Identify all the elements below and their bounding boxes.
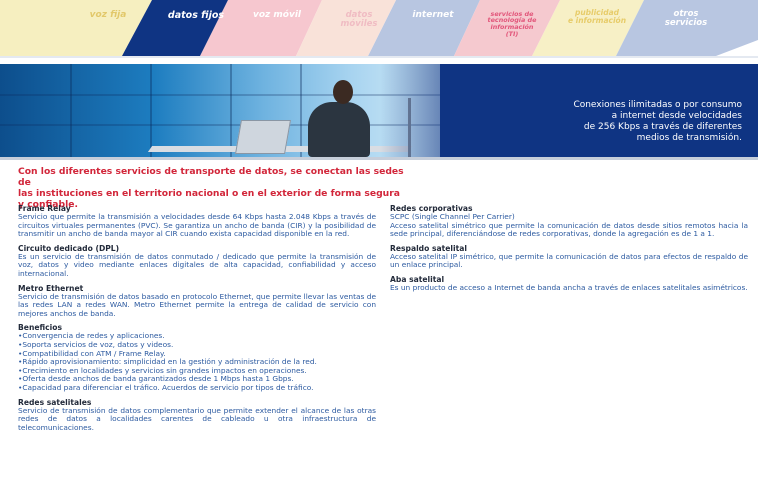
section-text: Acceso satelital IP simétrico, que permi… <box>390 251 748 270</box>
tab-servicios-ti-label: servicios de tecnología de información (TI) <box>487 9 537 38</box>
section-text: Es un producto de acceso a Internet de b… <box>390 282 748 292</box>
left-column: Frame Relay Servicio que permite la tran… <box>18 204 376 437</box>
section-text: Servicio que permite la transmisión a ve… <box>18 212 376 239</box>
hero-banner: Conexiones ilimitadas o por consumo a in… <box>0 64 758 157</box>
tab-servicios-ti[interactable]: servicios de tecnología de información (TI) <box>476 2 548 46</box>
section-redes-corporativas: Redes corporativas SCPC (Single Channel … <box>390 204 748 239</box>
person-head <box>333 80 353 104</box>
section-beneficios: Beneficios •Convergencia de redes y apli… <box>18 323 376 392</box>
section-text: Es un servicio de transmisión de datos c… <box>18 251 376 278</box>
tab-publicidad-label: publicidad e información <box>567 8 627 25</box>
section-respaldo-satelital: Respaldo satelital Acceso satelital IP s… <box>390 244 748 270</box>
list-item: •Capacidad para diferenciar el tráfico. … <box>18 382 314 392</box>
banner-caption: Conexiones ilimitadas o por consumo a in… <box>552 100 742 144</box>
tab-otros-servicios[interactable]: otros servicios <box>650 0 722 38</box>
tab-datos-fijos[interactable]: datos fijos <box>160 0 232 32</box>
banner-photo <box>0 64 440 157</box>
tab-datos-moviles[interactable]: datos móviles <box>330 0 388 40</box>
tab-voz-movil[interactable]: voz móvil <box>246 0 308 32</box>
tab-voz-fija[interactable]: voz fija <box>78 0 138 32</box>
tab-datos-moviles-label: datos móviles <box>340 10 378 29</box>
section-text: Servicio de transmisión de datos basado … <box>18 291 376 318</box>
laptop-image <box>235 120 291 154</box>
section-redes-satelitales: Redes satelitales Servicio de transmisió… <box>18 398 376 433</box>
section-dpl: Circuito dedicado (DPL) Es un servicio d… <box>18 244 376 279</box>
divider <box>0 157 758 160</box>
section-text: SCPC (Single Channel Per Carrier) Acceso… <box>390 212 748 239</box>
section-metro-ethernet: Metro Ethernet Servicio de transmisión d… <box>18 284 376 319</box>
section-frame-relay: Frame Relay Servicio que permite la tran… <box>18 204 376 239</box>
nav-tab-bar: voz fija datos fijos voz móvil datos móvi… <box>0 0 758 62</box>
banner-caption-text: Conexiones ilimitadas o por consumo a in… <box>573 100 742 143</box>
section-aba-satelital: Aba satelital Es un producto de acceso a… <box>390 275 748 293</box>
tab-publicidad[interactable]: publicidad e información <box>560 0 634 34</box>
tab-otros-servicios-label: otros servicios <box>664 9 708 28</box>
right-column: Redes corporativas SCPC (Single Channel … <box>390 204 748 298</box>
section-text: Servicio de transmisión de datos complem… <box>18 405 376 432</box>
tab-internet[interactable]: internet <box>404 0 462 32</box>
person-image <box>308 102 370 157</box>
